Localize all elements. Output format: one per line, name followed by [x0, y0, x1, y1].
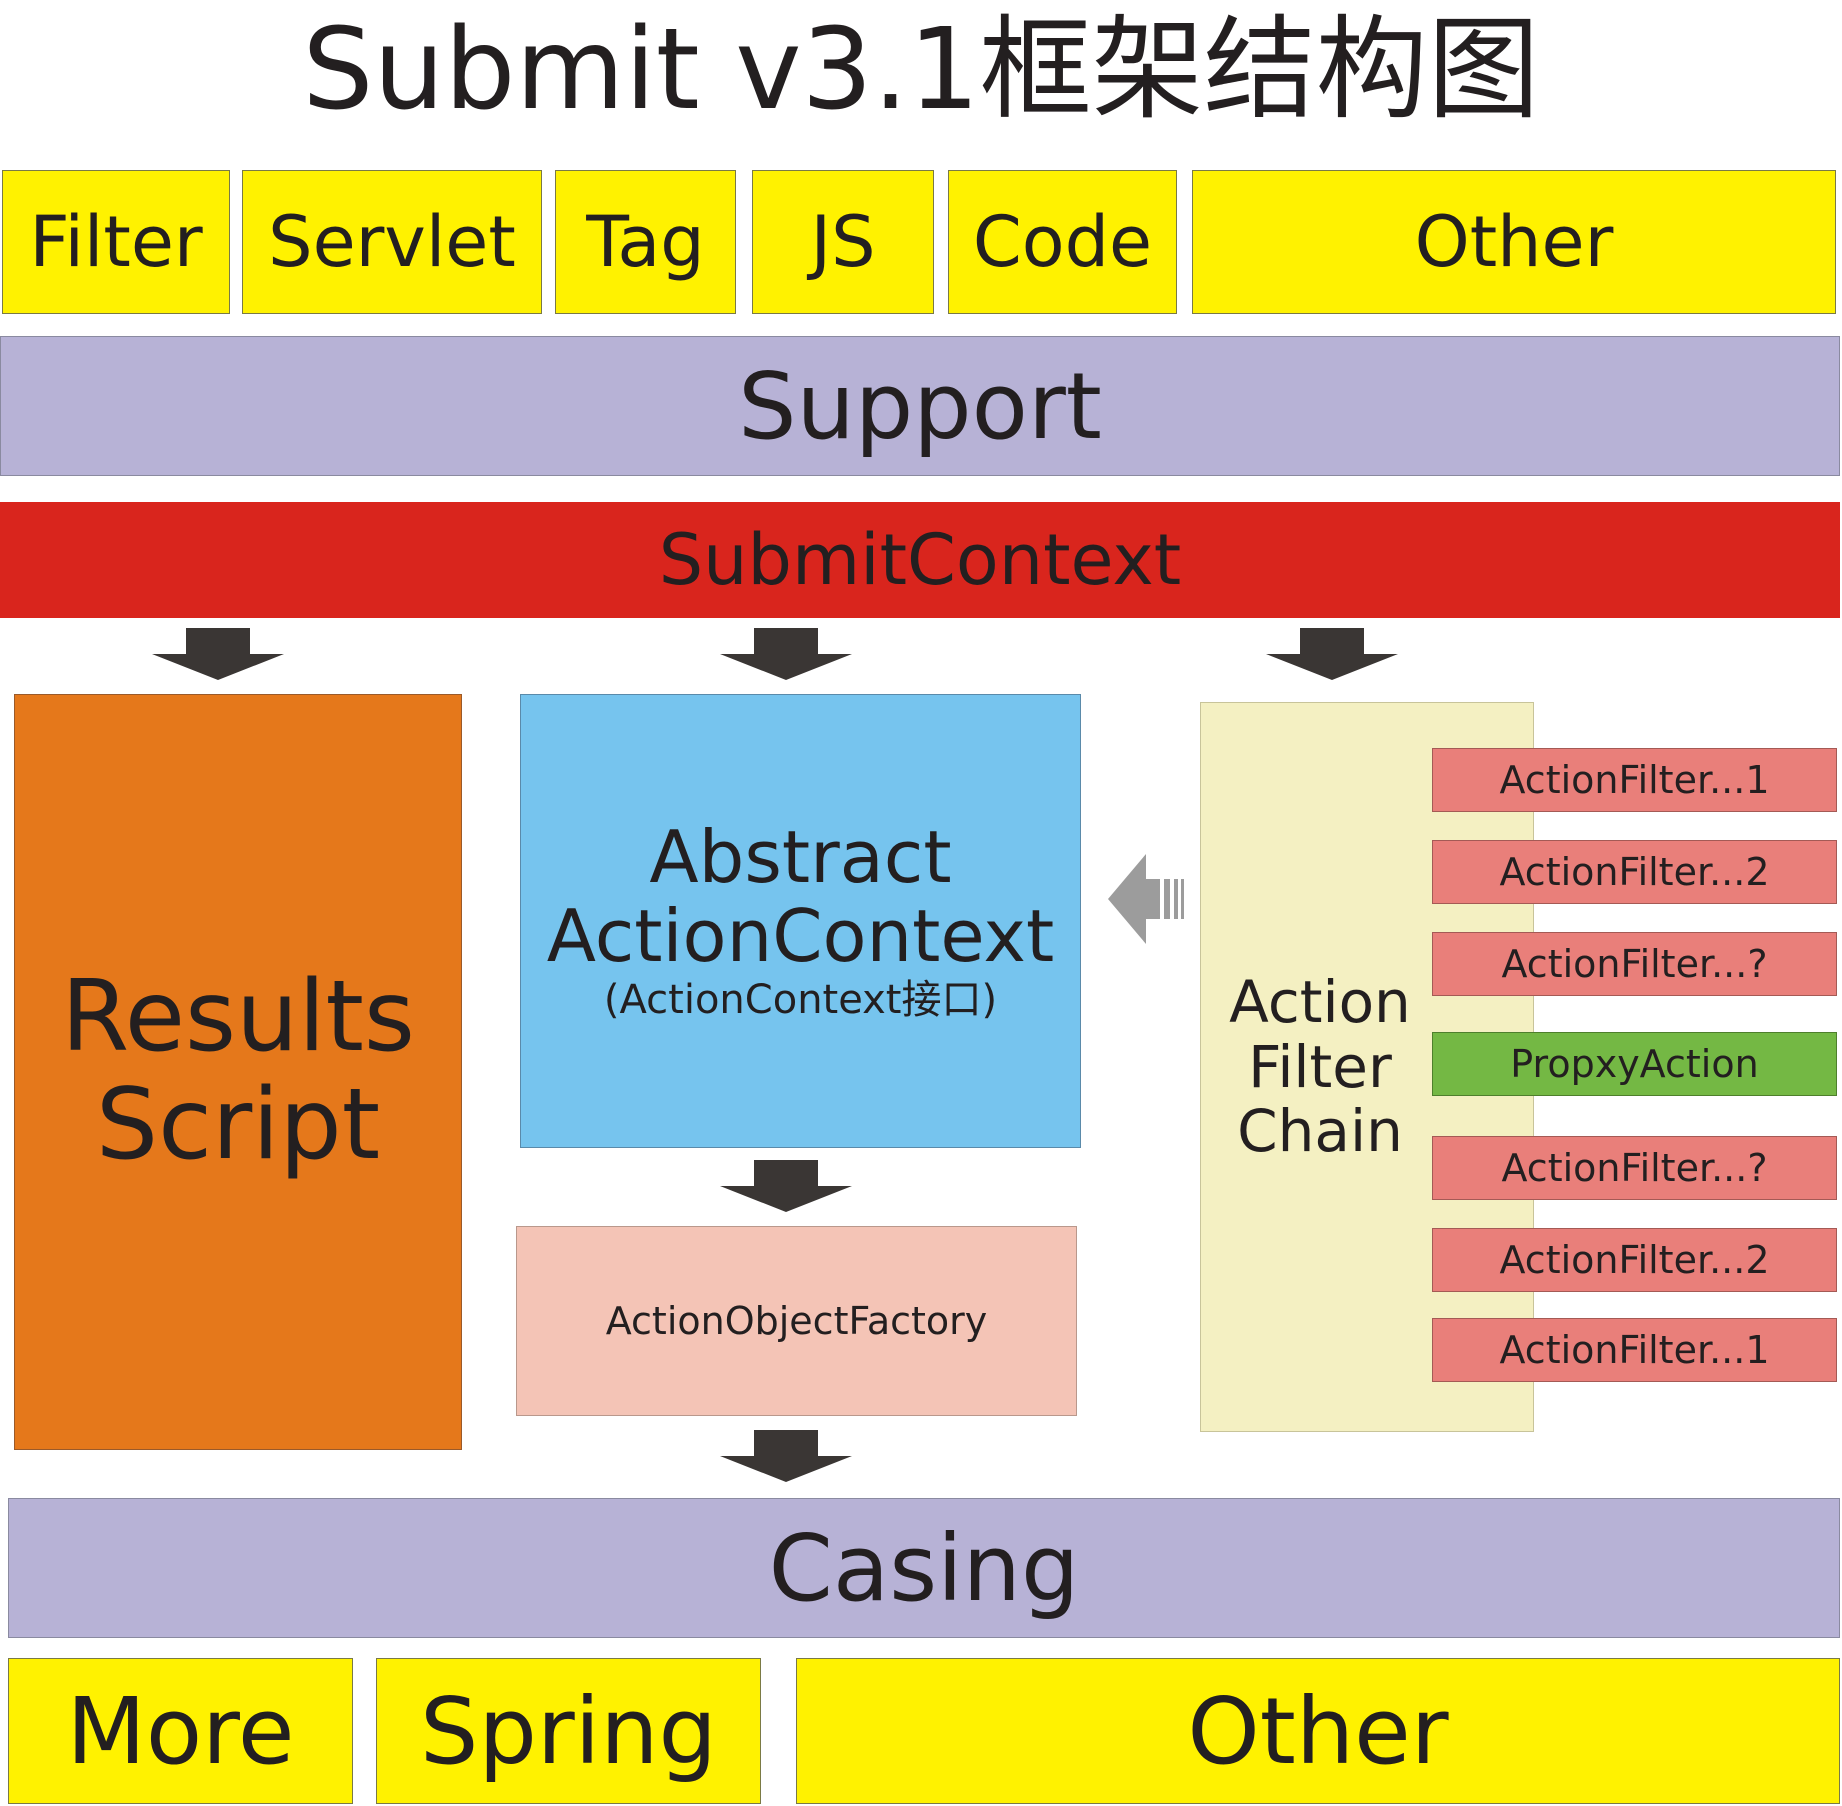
action-filter-item: ActionFilter...1: [1432, 1318, 1837, 1382]
action-filter-label: ActionFilter...1: [1499, 1328, 1770, 1372]
chain-line2: Filter: [1248, 1032, 1392, 1101]
abstract-action-context-box: Abstract ActionContext (ActionContext接口): [520, 694, 1081, 1148]
top-servlet-label: Servlet: [268, 201, 516, 283]
down-arrow-icon: [152, 628, 284, 680]
action-context-interface-line: (ActionContext接口): [603, 977, 998, 1024]
down-arrow-icon: [1266, 628, 1398, 680]
action-filter-item: ActionFilter...?: [1432, 1136, 1837, 1200]
bottom-more-label: More: [66, 1677, 295, 1785]
action-filter-item: ActionFilter...?: [1432, 932, 1837, 996]
action-filter-chain-label: Action Filter Chain: [1200, 962, 1440, 1172]
diagram-title: Submit v3.1框架结构图: [302, 5, 1540, 135]
down-arrow-icon: [720, 1160, 852, 1212]
submit-context-bar: SubmitContext: [0, 502, 1840, 618]
action-filter-label: ActionFilter...?: [1501, 1146, 1768, 1190]
support-label: Support: [738, 352, 1102, 460]
top-tag: Tag: [555, 170, 736, 314]
submit-context-label: SubmitContext: [658, 519, 1182, 601]
results-script-box: Results Script: [14, 694, 462, 1450]
top-js-label: JS: [810, 201, 876, 283]
top-code-label: Code: [972, 201, 1153, 283]
support-bar: Support: [0, 336, 1840, 476]
top-js: JS: [752, 170, 934, 314]
action-object-factory-label: ActionObjectFactory: [605, 1299, 988, 1343]
action-filter-label: ActionFilter...1: [1499, 758, 1770, 802]
proxy-action-label: PropxyAction: [1510, 1042, 1759, 1086]
casing-bar: Casing: [8, 1498, 1840, 1638]
proxy-action-item: PropxyAction: [1432, 1032, 1837, 1096]
bottom-spring: Spring: [376, 1658, 761, 1804]
results-script-line1: Results: [61, 960, 415, 1075]
down-arrow-icon: [720, 1430, 852, 1482]
top-tag-label: Tag: [586, 201, 705, 283]
action-filter-item: ActionFilter...1: [1432, 748, 1837, 812]
chain-line1: Action: [1229, 967, 1411, 1036]
chain-line3: Chain: [1237, 1097, 1403, 1166]
casing-label: Casing: [768, 1514, 1080, 1622]
left-arrow-icon: [1108, 854, 1184, 944]
abstract-line: Abstract: [649, 814, 952, 899]
bottom-other: Other: [796, 1658, 1840, 1804]
top-filter-label: Filter: [29, 201, 203, 283]
action-context-line: ActionContext: [546, 894, 1055, 978]
action-filter-label: ActionFilter...?: [1501, 942, 1768, 986]
top-other-label: Other: [1414, 201, 1614, 283]
action-object-factory-box: ActionObjectFactory: [516, 1226, 1077, 1416]
bottom-spring-label: Spring: [420, 1677, 717, 1785]
down-arrow-icon: [720, 628, 852, 680]
top-code: Code: [948, 170, 1177, 314]
action-filter-item: ActionFilter...2: [1432, 840, 1837, 904]
bottom-more: More: [8, 1658, 353, 1804]
top-servlet: Servlet: [242, 170, 542, 314]
action-filter-label: ActionFilter...2: [1499, 1238, 1770, 1282]
action-filter-item: ActionFilter...2: [1432, 1228, 1837, 1292]
action-filter-label: ActionFilter...2: [1499, 850, 1770, 894]
results-script-line2: Script: [95, 1068, 381, 1182]
top-filter: Filter: [2, 170, 230, 314]
bottom-other-label: Other: [1187, 1677, 1449, 1785]
top-other: Other: [1192, 170, 1836, 314]
